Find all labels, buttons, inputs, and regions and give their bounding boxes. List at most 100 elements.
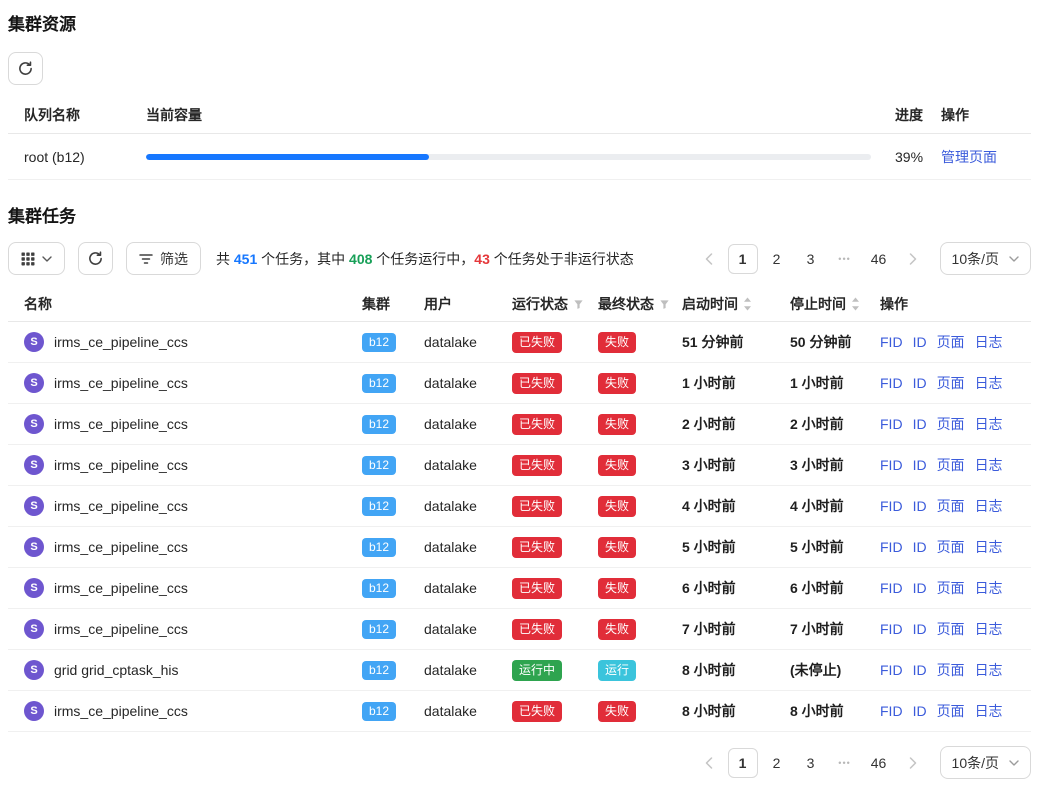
cluster-cell: b12 [362,620,424,639]
log-link[interactable]: 日志 [975,537,1003,557]
log-link[interactable]: 日志 [975,373,1003,393]
final-status-badge: 失败 [598,455,636,476]
page-link[interactable]: 页面 [937,332,965,352]
fid-link[interactable]: FID [880,703,903,719]
pagination-page-2[interactable]: 2 [762,748,792,778]
page-link[interactable]: 页面 [937,660,965,680]
pagination-ellipsis[interactable]: ••• [830,748,860,778]
filter-funnel-icon[interactable] [659,299,670,310]
table-row: S irms_ce_pipeline_ccs b12 datalake 已失败 … [8,486,1031,527]
log-link[interactable]: 日志 [975,578,1003,598]
fid-link[interactable]: FID [880,375,903,391]
name-cell: S irms_ce_pipeline_ccs [24,701,362,721]
id-link[interactable]: ID [913,416,927,432]
column-settings-button[interactable] [8,242,65,275]
table-row: S irms_ce_pipeline_ccs b12 datalake 已失败 … [8,691,1031,732]
log-link[interactable]: 日志 [975,619,1003,639]
pagination-page-1[interactable]: 1 [728,748,758,778]
final-status-badge: 失败 [598,701,636,722]
id-link[interactable]: ID [913,375,927,391]
stop-time: 6 小时前 [790,578,880,598]
log-link[interactable]: 日志 [975,701,1003,721]
page-link[interactable]: 页面 [937,496,965,516]
tasks-summary: 共 451 个任务，其中 408 个任务运行中，43 个任务处于非运行状态 [216,249,634,269]
user-name: datalake [424,416,512,432]
pagination-page-1[interactable]: 1 [728,244,758,274]
manage-page-link[interactable]: 管理页面 [941,149,997,165]
cluster-cell: b12 [362,415,424,434]
id-link[interactable]: ID [913,703,927,719]
id-link[interactable]: ID [913,580,927,596]
task-name: irms_ce_pipeline_ccs [54,334,188,350]
user-name: datalake [424,375,512,391]
fid-link[interactable]: FID [880,457,903,473]
stop-time: 8 小时前 [790,701,880,721]
tasks-toolbar: 筛选 共 451 个任务，其中 408 个任务运行中，43 个任务处于非运行状态… [8,242,1031,275]
pagination-ellipsis[interactable]: ••• [830,244,860,274]
chevron-down-icon [42,256,52,262]
page-size-select-bottom[interactable]: 10条/页 [940,746,1031,779]
fid-link[interactable]: FID [880,334,903,350]
filter-button[interactable]: 筛选 [126,242,201,275]
id-link[interactable]: ID [913,457,927,473]
page-link[interactable]: 页面 [937,373,965,393]
run-status-cell: 已失败 [512,455,598,476]
pagination-page-2[interactable]: 2 [762,244,792,274]
log-link[interactable]: 日志 [975,496,1003,516]
pagination-prev[interactable] [694,748,724,778]
resource-row: root (b12) 39% 管理页面 [8,134,1031,180]
page-link[interactable]: 页面 [937,701,965,721]
stop-time: 5 小时前 [790,537,880,557]
page-link[interactable]: 页面 [937,537,965,557]
pagination-top: 1 2 3 ••• 46 [694,244,928,274]
id-link[interactable]: ID [913,662,927,678]
id-link[interactable]: ID [913,621,927,637]
page-link[interactable]: 页面 [937,578,965,598]
fid-link[interactable]: FID [880,416,903,432]
page-size-select-top[interactable]: 10条/页 [940,242,1031,275]
fid-link[interactable]: FID [880,498,903,514]
fid-link[interactable]: FID [880,621,903,637]
column-header-label: 操作 [880,294,908,314]
pagination-page-46[interactable]: 46 [864,244,894,274]
final-status-cell: 失败 [598,332,682,353]
id-link[interactable]: ID [913,334,927,350]
chevron-left-icon [705,253,713,265]
page-link[interactable]: 页面 [937,455,965,475]
id-link[interactable]: ID [913,498,927,514]
stop-time: 2 小时前 [790,414,880,434]
pagination-next[interactable] [898,748,928,778]
run-status-badge: 已失败 [512,373,562,394]
sort-icon[interactable] [851,297,860,311]
pagination-next[interactable] [898,244,928,274]
pagination-prev[interactable] [694,244,724,274]
cluster-tasks-section: 集群任务 筛选 共 [8,206,1031,779]
sort-icon[interactable] [743,297,752,311]
spark-avatar: S [24,414,44,434]
actions-cell: FID ID 页面 日志 [880,332,1031,352]
column-header-label: 名称 [24,294,52,314]
id-link[interactable]: ID [913,539,927,555]
column-header-label: 运行状态 [512,294,568,314]
fid-link[interactable]: FID [880,662,903,678]
pagination-page-3[interactable]: 3 [796,244,826,274]
log-link[interactable]: 日志 [975,332,1003,352]
page-link[interactable]: 页面 [937,619,965,639]
filter-funnel-icon[interactable] [573,299,584,310]
fid-link[interactable]: FID [880,539,903,555]
log-link[interactable]: 日志 [975,455,1003,475]
user-name: datalake [424,334,512,350]
log-link[interactable]: 日志 [975,414,1003,434]
fid-link[interactable]: FID [880,580,903,596]
chevron-left-icon [705,757,713,769]
final-status-cell: 失败 [598,701,682,722]
tasks-refresh-button[interactable] [78,242,113,275]
table-row: S irms_ce_pipeline_ccs b12 datalake 已失败 … [8,609,1031,650]
stop-time: 1 小时前 [790,373,880,393]
pagination-page-46[interactable]: 46 [864,748,894,778]
pagination-page-3[interactable]: 3 [796,748,826,778]
page-link[interactable]: 页面 [937,414,965,434]
resources-refresh-button[interactable] [8,52,43,85]
log-link[interactable]: 日志 [975,660,1003,680]
column-header-label: 启动时间 [682,294,738,314]
